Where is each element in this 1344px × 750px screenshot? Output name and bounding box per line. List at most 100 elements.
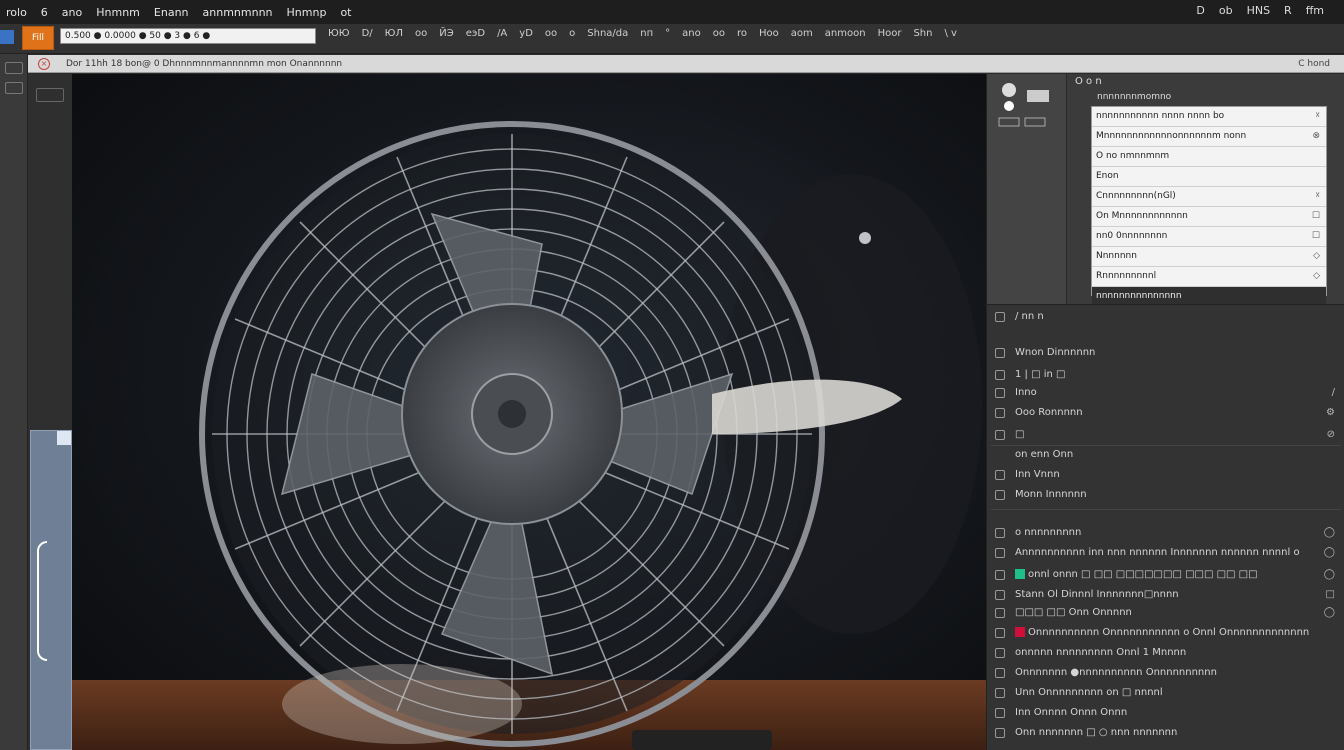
- disable-icon[interactable]: ⊘: [1327, 429, 1335, 440]
- prop-row[interactable]: onnnnn nnnnnnnnn Onnl 1 Mnnnn: [987, 645, 1344, 663]
- move-tool-icon[interactable]: [5, 62, 23, 74]
- option-right-2[interactable]: \ v: [944, 28, 956, 39]
- prop-row[interactable]: Monn Innnnnn: [987, 487, 1344, 505]
- prop-row[interactable]: 1 | □ in □: [987, 367, 1344, 385]
- accent-swatch[interactable]: [1015, 569, 1025, 579]
- panel-tab-icon[interactable]: [57, 431, 71, 445]
- list-item[interactable]: Enon: [1092, 167, 1326, 187]
- prop-row[interactable]: Inno /: [987, 385, 1344, 403]
- circle-icon[interactable]: ◯: [1324, 607, 1335, 618]
- list-item[interactable]: Mnnnnnnnnnnnnonnnnnnm nonn ⊗: [1092, 127, 1326, 147]
- workspace-icon[interactable]: ob: [1219, 4, 1233, 17]
- list-item[interactable]: On Mnnnnnnnnnnnn ☐: [1092, 207, 1326, 227]
- text-icon: [995, 590, 1005, 600]
- link-icon: [995, 528, 1005, 538]
- active-tool-preset[interactable]: Fill: [22, 26, 54, 50]
- option-9[interactable]: o: [569, 28, 575, 39]
- panel-toggle-icon[interactable]: [36, 88, 64, 102]
- prop-row[interactable]: Ooo Ronnnnn ⚙: [987, 405, 1344, 423]
- option-6[interactable]: /A: [497, 28, 507, 39]
- prop-row[interactable]: □ ⊘: [987, 427, 1344, 445]
- option-5[interactable]: eэD: [466, 28, 485, 39]
- option-11[interactable]: nп: [640, 28, 653, 39]
- red-swatch[interactable]: [1015, 627, 1025, 637]
- prop-row[interactable]: Onnnnnnn ●nnnnnnnnnn Onnnnnnnnnn: [987, 665, 1344, 683]
- option-17[interactable]: aom: [791, 28, 813, 39]
- option-right-1[interactable]: Shn: [913, 28, 932, 39]
- menu-item-file[interactable]: rolo: [6, 6, 27, 19]
- menu-item-view[interactable]: Hnmnp: [287, 6, 327, 19]
- diamond-icon[interactable]: ◇: [1313, 267, 1320, 286]
- menu-item-select[interactable]: Enann: [154, 6, 189, 19]
- option-16[interactable]: Hoo: [759, 28, 779, 39]
- document-tab-right: C hond: [1298, 59, 1330, 69]
- list-item[interactable]: nn0 0nnnnnnnn ☐: [1092, 227, 1326, 247]
- circle-icon[interactable]: ◯: [1324, 569, 1335, 580]
- list-item[interactable]: Nnnnnnn ◇: [1092, 247, 1326, 267]
- option-14[interactable]: oo: [713, 28, 725, 39]
- option-7[interactable]: уD: [519, 28, 533, 39]
- close-icon[interactable]: ☓: [1315, 187, 1320, 206]
- option-12[interactable]: °: [665, 28, 670, 39]
- menu-item-window[interactable]: ot: [340, 6, 351, 19]
- target-icon: [995, 490, 1005, 500]
- option-15[interactable]: ro: [737, 28, 747, 39]
- circle-icon[interactable]: ◯: [1324, 547, 1335, 558]
- option-2[interactable]: ЮЛ: [385, 28, 403, 39]
- option-3[interactable]: oo: [415, 28, 427, 39]
- prop-row[interactable]: Inn Onnnn Onnn Onnn: [987, 705, 1344, 723]
- edit-icon[interactable]: /: [1332, 387, 1335, 398]
- close-icon[interactable]: ⊗: [1312, 127, 1320, 146]
- prop-row[interactable]: Onnnnnnnnnn Onnnnnnnnnnn o Onnl Onnnnnnn…: [987, 625, 1344, 643]
- diamond-icon[interactable]: ◇: [1313, 247, 1320, 266]
- brush-icon[interactable]: R: [1284, 4, 1292, 17]
- option-18[interactable]: anmoon: [825, 28, 866, 39]
- option-13[interactable]: ano: [682, 28, 701, 39]
- option-4[interactable]: ЙЭ: [439, 28, 453, 39]
- tool-options-field[interactable]: 0.500 ● 0.0000 ● 50 ● 3 ● 6 ●: [60, 28, 316, 44]
- option-right-0[interactable]: Hoor: [878, 28, 902, 39]
- gear-icon[interactable]: ⚙: [1326, 407, 1335, 418]
- marquee-tool-icon[interactable]: [5, 82, 23, 94]
- square-icon[interactable]: □: [1326, 589, 1335, 600]
- share-icon[interactable]: HNS: [1247, 4, 1270, 17]
- prop-row[interactable]: Annnnnnnnnn inn nnn nnnnnn Innnnnnn nnnn…: [987, 545, 1344, 563]
- panel-thumbnail-icon[interactable]: [995, 80, 1051, 130]
- adjust-icon: [995, 548, 1005, 558]
- prop-row[interactable]: Stann Ol Dinnnl Innnnnnn□nnnn □: [987, 587, 1344, 605]
- circle-icon[interactable]: ◯: [1324, 527, 1335, 538]
- list-item[interactable]: nnnnnnnnnnn nnnn nnnn bo ☓: [1092, 107, 1326, 127]
- prop-row[interactable]: Wnon Dinnnnnn: [987, 345, 1344, 363]
- panel-handle[interactable]: [37, 541, 47, 661]
- settings-icon[interactable]: ffm: [1306, 4, 1324, 17]
- close-icon[interactable]: ×: [38, 58, 50, 70]
- history-panel: O o n nnnnnnnmomno nnnnnnnnnnn nnnn nnnn…: [986, 74, 1344, 307]
- menu-item-image[interactable]: ano: [62, 6, 82, 19]
- close-icon[interactable]: ☓: [1315, 107, 1320, 126]
- home-icon[interactable]: [0, 30, 14, 44]
- prop-row[interactable]: onnl onnn □ □□ □□□□□□□ □□□ □□ □□ ◯: [987, 567, 1344, 585]
- checkbox-icon[interactable]: ☐: [1312, 207, 1320, 226]
- prop-row[interactable]: Inn Vnnn: [987, 467, 1344, 485]
- document-tab[interactable]: × Dor 11hh 18 bon@ 0 Dhnnnmnnmannnnmn mo…: [28, 55, 1344, 73]
- list-item[interactable]: Cnnnnnnnnn(nGl) ☓: [1092, 187, 1326, 207]
- prop-row[interactable]: Unn Onnnnnnnnn on □ nnnnl: [987, 685, 1344, 703]
- checkbox-icon[interactable]: ☐: [1312, 227, 1320, 246]
- menu-item-layer[interactable]: Hnmnm: [96, 6, 140, 19]
- option-10[interactable]: Shna/da: [587, 28, 628, 39]
- menu-item-edit[interactable]: 6: [41, 6, 48, 19]
- collapsed-panel: [30, 430, 72, 750]
- search-icon[interactable]: D: [1196, 4, 1204, 17]
- image-canvas[interactable]: [72, 74, 986, 750]
- list-item[interactable]: Rnnnnnnnnnl ◇: [1092, 267, 1326, 287]
- menu-item-filter[interactable]: annmnmnnn: [203, 6, 273, 19]
- prop-row[interactable]: o nnnnnnnnn ◯: [987, 525, 1344, 543]
- list-item[interactable]: O no nmnnmnm: [1092, 147, 1326, 167]
- option-0[interactable]: ЮЮ: [328, 28, 350, 39]
- prop-row[interactable]: Onn nnnnnnn □ ○ nnn nnnnnnn: [987, 725, 1344, 743]
- option-8[interactable]: oo: [545, 28, 557, 39]
- prop-row[interactable]: on enn Onn: [987, 447, 1344, 465]
- option-1[interactable]: D/: [362, 28, 373, 39]
- history-sidebar: [987, 74, 1067, 304]
- prop-row[interactable]: □□□ □□ Onn Onnnnn ◯: [987, 605, 1344, 623]
